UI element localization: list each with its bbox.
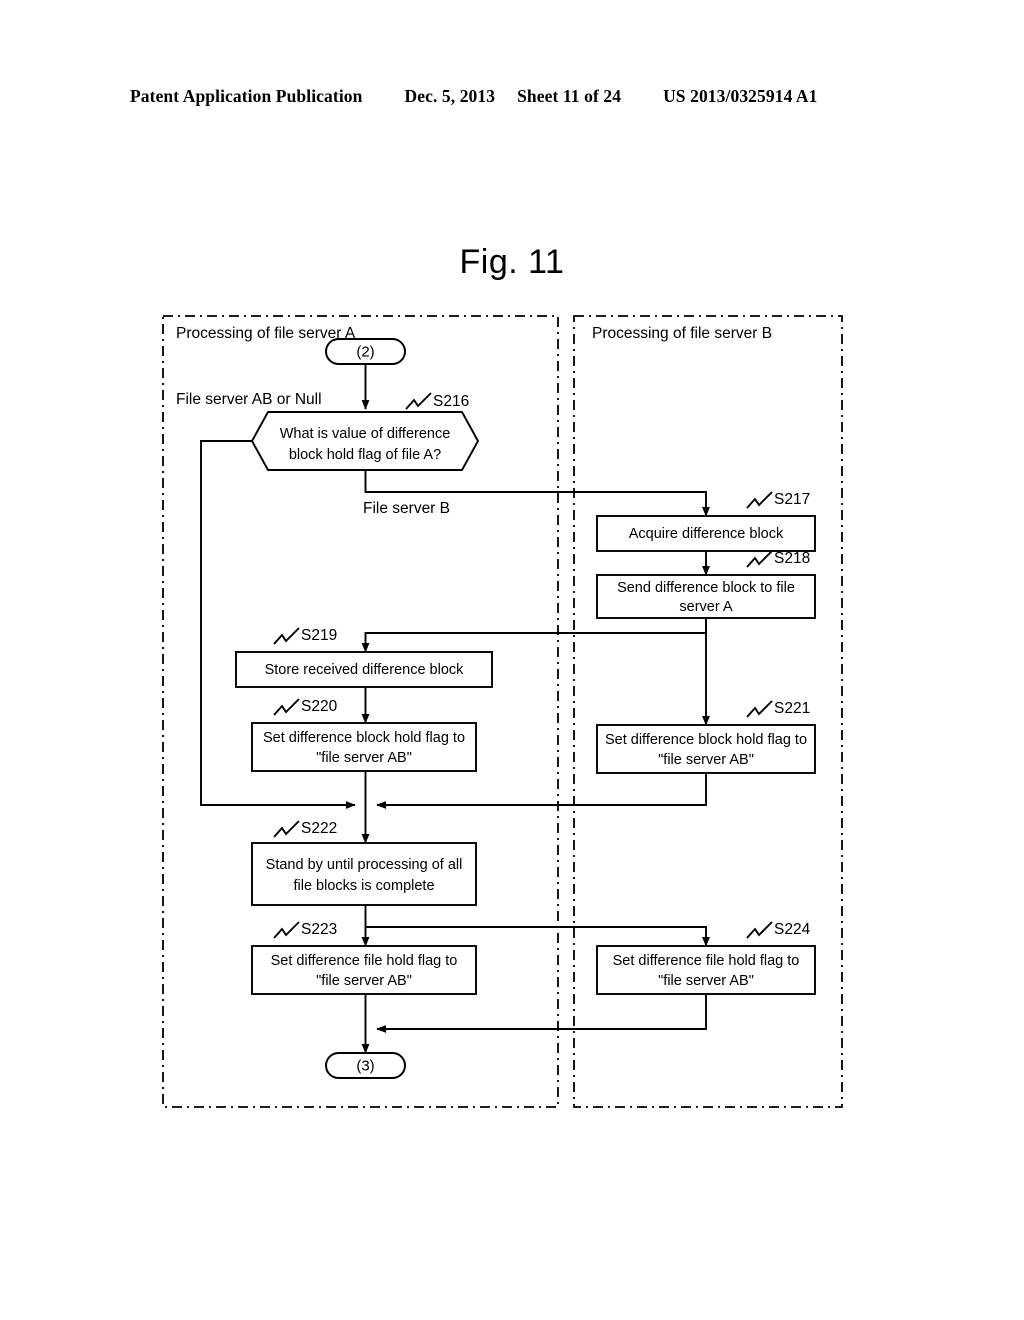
- flowchart-figure-11: Processing of file server A Processing o…: [162, 315, 843, 1108]
- leader-s224: [746, 921, 773, 939]
- leader-s223: [273, 921, 300, 939]
- step-s218-line-1: Send difference block to file: [617, 580, 795, 596]
- step-s222: Stand by until processing of all file bl…: [251, 842, 477, 906]
- edge-s222-to-s224: [365, 926, 710, 947]
- step-s218-line-2: server A: [679, 599, 733, 615]
- step-s220-line-1: Set difference block hold flag to: [263, 730, 465, 746]
- step-tag-s217: S217: [774, 491, 810, 508]
- edge-s218-to-s219: [361, 618, 707, 653]
- step-s218: Send difference block to file server A: [596, 574, 816, 619]
- branch-label-down: File server B: [363, 500, 450, 517]
- leader-s217: [746, 491, 773, 509]
- step-s221-line-2: "file server AB": [658, 752, 754, 768]
- connector-entry-label: (2): [356, 343, 374, 360]
- step-tag-s220: S220: [301, 698, 338, 715]
- connector-exit-label: (3): [356, 1057, 374, 1074]
- step-s224: Set difference file hold flag to "file s…: [596, 945, 816, 995]
- step-s221-line-1: Set difference block hold flag to: [605, 732, 807, 748]
- step-s217-line-1: Acquire difference block: [629, 526, 784, 542]
- step-tag-s216: S216: [433, 393, 469, 410]
- step-s221: Set difference block hold flag to "file …: [596, 724, 816, 774]
- step-s219: Store received difference block: [235, 651, 493, 688]
- step-tag-s222: S222: [301, 820, 337, 837]
- swimlane-title-b: Processing of file server B: [592, 325, 772, 342]
- step-s217: Acquire difference block: [596, 515, 816, 552]
- step-tag-s219: S219: [301, 627, 337, 644]
- connector-exit-3: (3): [325, 1052, 406, 1079]
- step-tag-s223: S223: [301, 921, 337, 938]
- edge-s221-to-merge: [376, 773, 707, 809]
- branch-label-left: File server AB or Null: [176, 391, 322, 408]
- step-s216: What is value of difference block hold f…: [250, 411, 480, 471]
- step-s222-line-1: Stand by until processing of all: [266, 857, 463, 873]
- step-s216-line-2: block hold flag of file A?: [289, 447, 441, 463]
- leader-s216: [405, 392, 432, 410]
- step-s220-line-2: "file server AB": [316, 750, 412, 766]
- step-tag-s218: S218: [774, 550, 810, 567]
- step-tag-s221: S221: [774, 700, 810, 717]
- step-s219-line-1: Store received difference block: [265, 662, 465, 678]
- step-s220: Set difference block hold flag to "file …: [251, 722, 477, 772]
- leader-s220: [273, 698, 300, 716]
- step-s216-line-1: What is value of difference: [280, 426, 451, 442]
- step-s223-line-2: "file server AB": [316, 973, 412, 989]
- step-s223-line-1: Set difference file hold flag to: [271, 953, 458, 969]
- step-s224-line-1: Set difference file hold flag to: [613, 953, 800, 969]
- step-s222-line-2: file blocks is complete: [293, 878, 434, 894]
- edge-s224-to-exit-merge: [376, 994, 707, 1033]
- patent-page: Patent Application Publication Dec. 5, 2…: [0, 0, 1024, 1320]
- swimlane-title-a: Processing of file server A: [176, 325, 356, 342]
- step-tag-s224: S224: [774, 921, 811, 938]
- step-s224-line-2: "file server AB": [658, 973, 754, 989]
- step-s223: Set difference file hold flag to "file s…: [251, 945, 477, 995]
- leader-s221: [746, 700, 773, 718]
- connector-entry-2: (2): [325, 338, 406, 365]
- leader-s222: [273, 820, 300, 838]
- leader-s219: [273, 627, 300, 645]
- leader-s218: [746, 550, 773, 568]
